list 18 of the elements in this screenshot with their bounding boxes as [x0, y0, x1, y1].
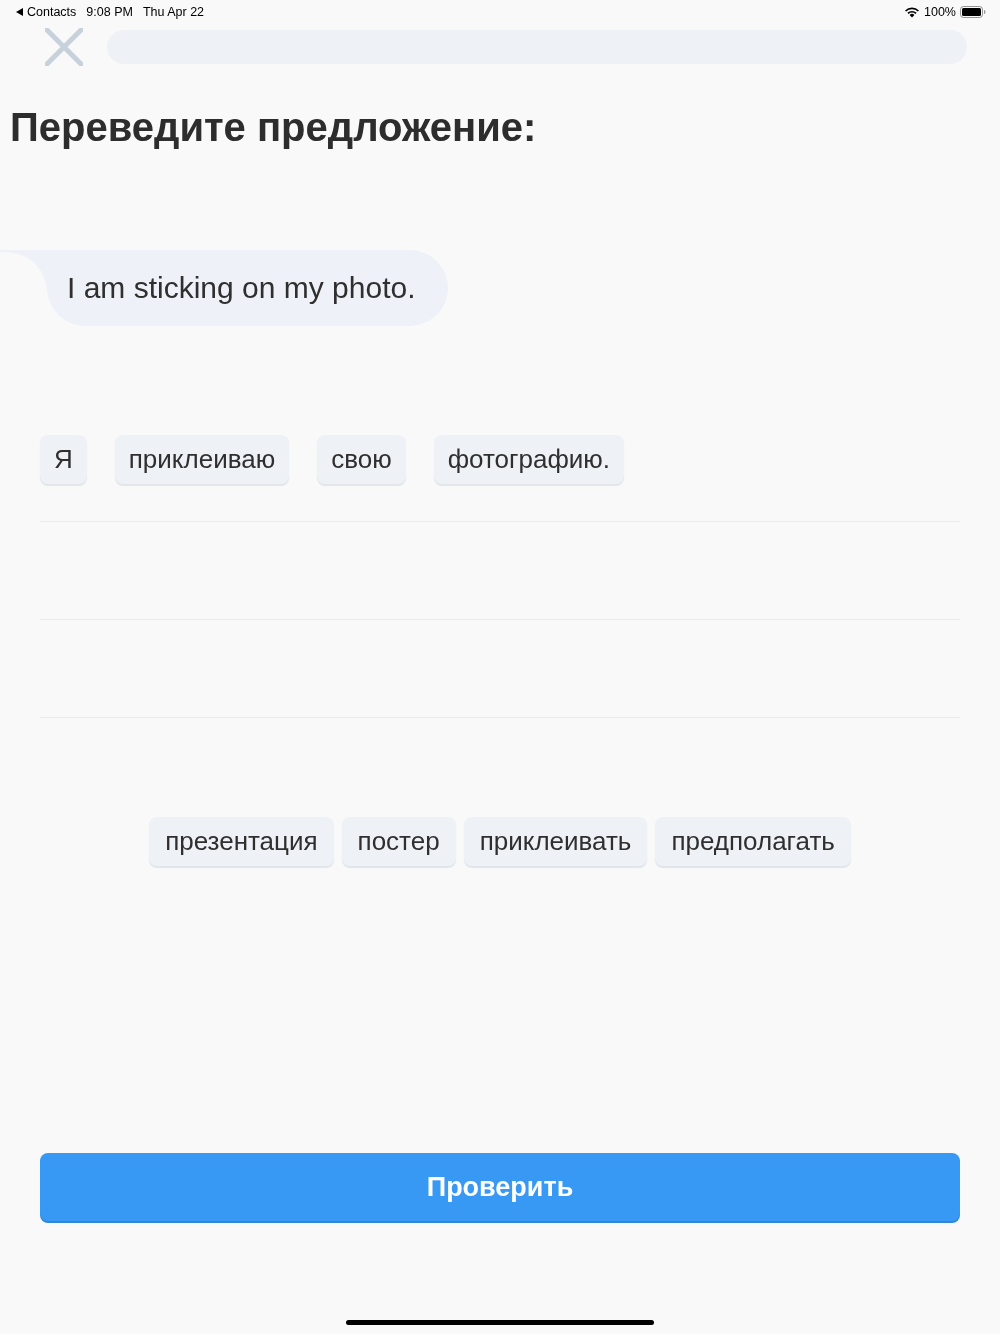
- word-bank-tile[interactable]: предполагать: [655, 817, 851, 866]
- word-bank-tile[interactable]: приклеивать: [463, 817, 648, 866]
- status-time: 9:08 PM: [86, 5, 133, 19]
- answer-word-tile[interactable]: приклеиваю: [114, 435, 290, 484]
- answer-word-tile[interactable]: фотографию.: [433, 435, 625, 484]
- battery-percent: 100%: [924, 5, 956, 19]
- close-button[interactable]: [45, 28, 83, 66]
- status-date: Thu Apr 22: [142, 5, 205, 19]
- battery-icon: [960, 6, 986, 18]
- back-arrow-icon: [16, 8, 23, 16]
- back-link[interactable]: Contacts: [16, 5, 77, 19]
- page-title: Переведите предложение:: [10, 104, 537, 151]
- close-icon: [45, 28, 83, 66]
- answer-word-tile[interactable]: свою: [317, 435, 406, 484]
- word-bank-tile[interactable]: презентация: [149, 817, 334, 866]
- wifi-icon: [904, 6, 920, 18]
- answer-word-tile[interactable]: Я: [40, 435, 87, 484]
- word-bank-tile[interactable]: постер: [341, 817, 456, 866]
